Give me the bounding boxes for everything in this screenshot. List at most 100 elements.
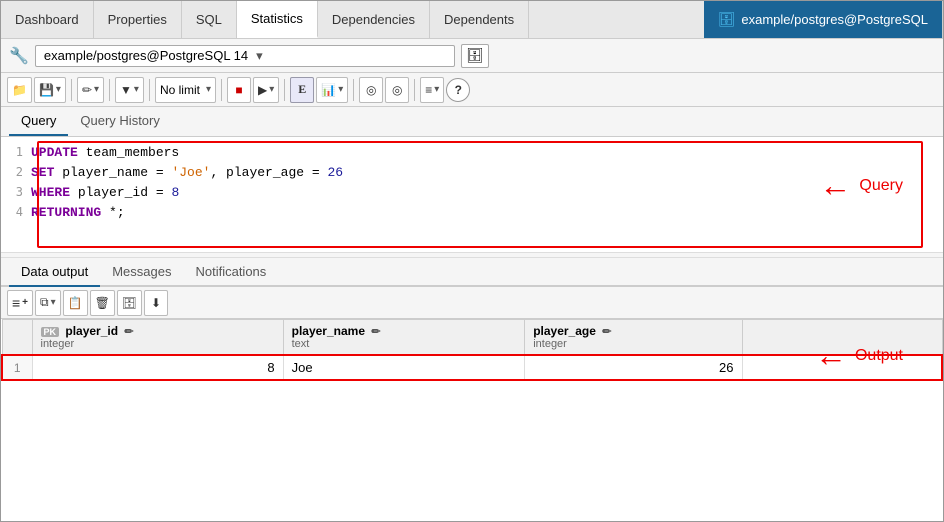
code-editor[interactable]: 1 UPDATE team_members 2 SET player_name … [1, 145, 943, 225]
server-icon: 🗄 [466, 47, 484, 64]
stop-button[interactable]: ■ [227, 77, 251, 103]
code-line-4: 4 RETURNING *; [1, 205, 943, 225]
tab-messages[interactable]: Messages [100, 258, 183, 287]
tab-properties[interactable]: Properties [94, 1, 182, 38]
toolbar-separator-1 [71, 79, 72, 101]
col-player-age-name: player_age ✏ [533, 324, 733, 338]
download-icon: ⬇ [151, 296, 161, 310]
results-table: PK player_id ✏ integer player_name ✏ tex… [1, 319, 943, 381]
limit-select[interactable]: No limit ▾ [155, 77, 216, 103]
scratch2-icon: ◎ [392, 83, 402, 97]
explain-icon: E [298, 82, 306, 97]
tab-statistics-label: Statistics [251, 11, 303, 26]
save-dropdown-arrow: ▾ [56, 84, 61, 95]
line-number-3: 3 [1, 185, 31, 199]
cell-player-name-1: Joe [283, 355, 525, 380]
table-header-player-id[interactable]: PK player_id ✏ integer [32, 320, 283, 356]
output-annotation: ← Output [815, 337, 903, 374]
tab-query-history[interactable]: Query History [68, 107, 171, 136]
code-line-3: 3 WHERE player_id = 8 [1, 185, 943, 205]
scratch1-button[interactable]: ◎ [359, 77, 383, 103]
query-annotation: ← Query [819, 167, 903, 204]
run-button[interactable]: ▶ ▾ [253, 77, 279, 103]
connection-bar: 🔧 example/postgres@PostgreSQL 14 ▾ 🗄 [1, 39, 943, 73]
table-header-player-name[interactable]: player_name ✏ text [283, 320, 525, 356]
filter-icon: ▼ [120, 83, 132, 97]
cell-player-age-1: 26 [525, 355, 742, 380]
dropdown-arrow-icon: ▾ [256, 48, 263, 64]
filter-button[interactable]: ▼ ▾ [115, 77, 144, 103]
edit-button[interactable]: ✏ ▾ [77, 77, 104, 103]
tab-data-output[interactable]: Data output [9, 258, 100, 287]
tab-query[interactable]: Query [9, 107, 68, 136]
tab-notifications[interactable]: Notifications [183, 258, 278, 287]
output-section: PK player_id ✏ integer player_name ✏ tex… [1, 319, 943, 521]
col-player-id-type: integer [41, 338, 275, 350]
line-content-1: UPDATE team_members [31, 145, 179, 160]
save-db-button[interactable]: 🗄 [117, 290, 142, 316]
run-dropdown-arrow: ▾ [269, 84, 274, 95]
tab-dependents[interactable]: Dependents [430, 1, 529, 38]
tab-query-label: Query [21, 113, 56, 128]
delete-icon: 🗑 [95, 296, 110, 310]
cell-player-id-1: 8 [32, 355, 283, 380]
line-number-2: 2 [1, 165, 31, 179]
explain-button[interactable]: E [290, 77, 314, 103]
code-line-1: 1 UPDATE team_members [1, 145, 943, 165]
tab-dependencies-label: Dependencies [332, 12, 415, 27]
table-row: 1 8 Joe 26 [2, 355, 942, 380]
delete-button[interactable]: 🗑 [90, 290, 115, 316]
line-content-2: SET player_name = 'Joe', player_age = 26 [31, 165, 343, 180]
tab-dependents-label: Dependents [444, 12, 514, 27]
col-player-name-name: player_name ✏ [292, 324, 517, 338]
copy-icon: ⧉ [40, 295, 49, 310]
limit-label: No limit [160, 83, 200, 97]
query-annotation-label: Query [859, 177, 903, 195]
tab-dependencies[interactable]: Dependencies [318, 1, 430, 38]
filter-dropdown-arrow: ▾ [134, 84, 139, 95]
scratch2-button[interactable]: ◎ [385, 77, 409, 103]
top-navigation: Dashboard Properties SQL Statistics Depe… [1, 1, 943, 39]
add-row-icon: ≡ [12, 295, 20, 311]
copy-button[interactable]: ⧉ ▾ [35, 290, 61, 316]
chart-button[interactable]: 📊 ▾ [316, 77, 348, 103]
paste-icon: 📋 [68, 296, 83, 310]
query-subtabs: Query Query History [1, 107, 943, 137]
line-content-4: RETURNING *; [31, 205, 125, 220]
tab-sql[interactable]: SQL [182, 1, 237, 38]
save-db-icon: 🗄 [122, 296, 137, 310]
chart-dropdown-arrow: ▾ [338, 84, 343, 95]
download-button[interactable]: ⬇ [144, 290, 168, 316]
chart-icon: 📊 [321, 83, 336, 97]
tab-dashboard[interactable]: Dashboard [1, 1, 94, 38]
connection-input[interactable]: example/postgres@PostgreSQL 14 ▾ [35, 45, 455, 67]
scratch1-icon: ◎ [366, 83, 376, 97]
toolbar-separator-7 [414, 79, 415, 101]
add-row-button[interactable]: ≡+ [7, 290, 33, 316]
help-button[interactable]: ? [446, 78, 470, 102]
stop-icon: ■ [235, 83, 242, 97]
menu-icon: ≡ [425, 83, 432, 97]
edit-col-pencil-icon: ✏ [124, 326, 133, 338]
table-header-player-age[interactable]: player_age ✏ integer [525, 320, 742, 356]
paste-button[interactable]: 📋 [63, 290, 88, 316]
tab-statistics[interactable]: Statistics [237, 1, 318, 38]
toolbar-separator-5 [284, 79, 285, 101]
database-icon: 🗄 [718, 11, 736, 28]
output-annotation-label: Output [855, 347, 903, 365]
tab-query-history-label: Query History [80, 113, 159, 128]
db-tab-label: example/postgres@PostgreSQL [741, 12, 928, 27]
wrench-icon: 🔧 [9, 46, 29, 66]
db-connection-tab[interactable]: 🗄 example/postgres@PostgreSQL [704, 1, 943, 38]
connection-db-icon-btn[interactable]: 🗄 [461, 44, 489, 68]
menu-button[interactable]: ≡ ▾ [420, 77, 444, 103]
toolbar-separator-3 [149, 79, 150, 101]
edit-dropdown-arrow: ▾ [94, 84, 99, 95]
table-header-row: PK player_id ✏ integer player_name ✏ tex… [2, 320, 942, 356]
main-toolbar: 📁 💾 ▾ ✏ ▾ ▼ ▾ No limit ▾ ■ ▶ ▾ [1, 73, 943, 107]
menu-dropdown-arrow: ▾ [434, 84, 439, 95]
open-file-button[interactable]: 📁 [7, 77, 32, 103]
edit-col2-pencil-icon: ✏ [371, 326, 380, 338]
save-button[interactable]: 💾 ▾ [34, 77, 66, 103]
table-header-rownum [2, 320, 32, 356]
